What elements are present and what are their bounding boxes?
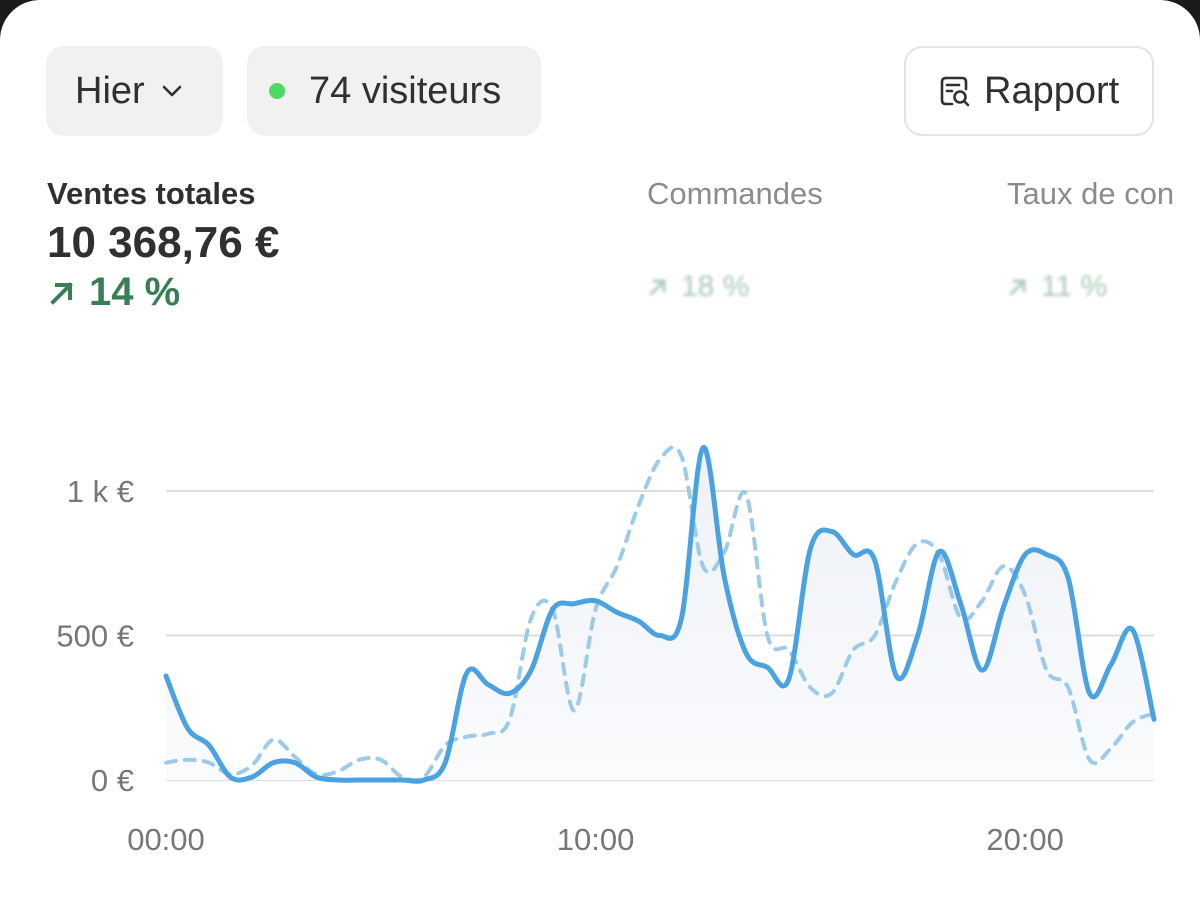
arrow-up-right-icon: [50, 281, 73, 305]
metric-delta: 14 %: [47, 270, 279, 315]
live-dot-icon: [269, 83, 285, 99]
metric-delta: 18 %: [647, 270, 823, 304]
series-area: [166, 447, 1154, 782]
visitors-label: 74 visiteurs: [309, 69, 502, 112]
metric-label: Taux de con: [1007, 176, 1175, 211]
period-label: Hier: [75, 69, 145, 112]
x-tick-label: 10:00: [557, 822, 635, 857]
metric-label: Ventes totales: [47, 176, 256, 211]
metric-value: 10 368,76 €: [47, 218, 280, 267]
arrow-up-right-icon: [649, 279, 666, 296]
sales-line-chart: 0 € 500 € 1 k € 00:00 10:00 20:00: [56, 445, 1157, 857]
y-tick-label: 500 €: [56, 619, 134, 654]
metric-orders[interactable]: Commandes 18 %: [647, 176, 823, 304]
x-tick-label: 20:00: [986, 822, 1064, 857]
report-search-icon: [940, 76, 970, 107]
metric-delta: 11 %: [1007, 270, 1174, 304]
metric-value-hidden: [1007, 218, 1174, 268]
report-button[interactable]: Rapport: [904, 46, 1154, 136]
dashboard-card: Hier 74 visiteurs Rapport Ventes totales…: [0, 0, 1200, 902]
chevron-down-icon: [162, 85, 181, 97]
metric-value-hidden: [647, 218, 823, 268]
report-label: Rapport: [984, 69, 1120, 112]
metric-total-sales[interactable]: Ventes totales 10 368,76 € 14 %: [47, 176, 279, 315]
metric-label: Commandes: [647, 176, 823, 211]
metric-delta-value: 11 %: [1041, 270, 1108, 303]
arrow-up-right-icon: [1009, 279, 1026, 296]
period-dropdown[interactable]: Hier: [46, 46, 223, 136]
live-visitors-badge[interactable]: 74 visiteurs: [247, 46, 541, 136]
metric-conversion-rate[interactable]: Taux de con 11 %: [1007, 176, 1174, 304]
y-tick-label: 1 k €: [67, 474, 134, 509]
x-tick-label: 00:00: [127, 822, 205, 857]
metric-delta-value: 14 %: [89, 270, 181, 314]
metric-delta-value: 18 %: [681, 270, 750, 303]
y-tick-label: 0 €: [91, 763, 134, 798]
